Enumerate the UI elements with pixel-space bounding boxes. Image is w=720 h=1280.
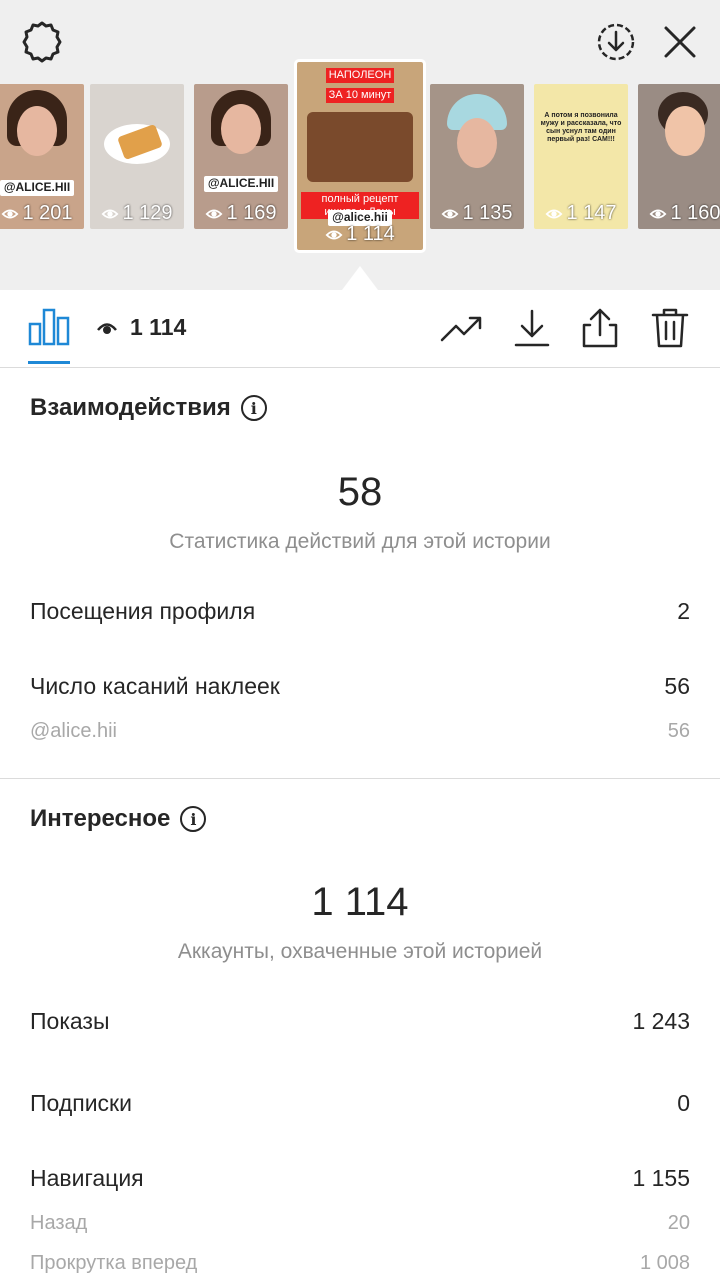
story-views-count: 1 114 [346, 223, 395, 245]
share-button[interactable] [578, 306, 622, 350]
interactions-total: 58 [337, 470, 383, 514]
story-views-count: 1 169 [226, 202, 277, 224]
bar-chart-icon [28, 308, 70, 346]
story-thumbnail[interactable]: @ALICE.HII 1 169 [194, 84, 288, 229]
sticker-handle-label: @alice.hii [30, 720, 118, 742]
back-value: 20 [667, 1212, 690, 1234]
tab-underline [28, 361, 70, 364]
story-thumbnail[interactable]: 1 135 [430, 84, 524, 229]
views-value: 1 114 [130, 314, 187, 340]
profile-visits-value: 2 [677, 598, 690, 624]
back-row: Назад 20 [30, 1212, 690, 1235]
views-summary: 1 114 [96, 314, 186, 341]
story-thumbnail[interactable]: 1 129 [90, 84, 184, 229]
profile-visits-row: Посещения профиля 2 [30, 598, 690, 625]
sticker-label: @ALICE.HII [203, 176, 279, 192]
insights-toolbar: 1 114 [0, 290, 720, 368]
interactions-title: Взаимодействия [30, 394, 231, 421]
download-button[interactable] [510, 306, 554, 350]
follows-row: Подписки 0 [30, 1090, 690, 1117]
story-views: 1 114 [297, 223, 423, 246]
caption-subtitle: ЗА 10 минут [325, 88, 395, 103]
story-views: 1 201 [0, 202, 84, 225]
story-thumbnail[interactable]: 1 160 [638, 84, 720, 229]
navigation-label: Навигация [30, 1165, 144, 1191]
share-icon [582, 308, 618, 348]
caption-text: А потом я позвонила мужу и рассказала, ч… [540, 112, 622, 144]
forward-label: Прокрутка вперед [30, 1252, 198, 1274]
story-views-count: 1 147 [566, 202, 617, 224]
caption-title: НАПОЛЕОН [325, 68, 395, 83]
forward-row: Прокрутка вперед 1 008 [30, 1252, 690, 1275]
selected-story-pointer [342, 266, 378, 290]
discovery-title: Интересное [30, 805, 171, 832]
trend-up-icon [440, 316, 482, 342]
discovery-header: Интересное i [30, 805, 207, 833]
sticker-taps-row: Число касаний наклеек 56 [30, 673, 690, 700]
story-thumbnail[interactable]: А потом я позвонила мужу и рассказала, ч… [534, 84, 628, 229]
forward-value: 1 008 [639, 1252, 690, 1274]
story-views-count: 1 135 [462, 202, 513, 224]
gear-icon [22, 21, 62, 63]
discovery-total: 1 114 [311, 880, 409, 924]
story-views-count: 1 129 [122, 202, 173, 224]
story-views: 1 129 [90, 202, 184, 225]
close-button[interactable] [656, 18, 704, 66]
discovery-subtitle: Аккаунты, охваченные этой историей [177, 940, 543, 963]
section-divider [0, 778, 720, 779]
story-views: 1 147 [534, 202, 628, 225]
story-strip-header: @ALICE.HII 1 201 1 129 @ALICE.HII 1 169 [0, 0, 720, 290]
eye-icon [1, 209, 19, 218]
trash-icon [651, 308, 689, 348]
story-views: 1 169 [194, 202, 288, 225]
sticker-handle-value: 56 [667, 720, 690, 742]
insights-tab[interactable] [28, 302, 70, 364]
navigation-value: 1 155 [632, 1165, 690, 1191]
info-icon[interactable]: i [180, 806, 207, 832]
eye-icon [441, 209, 459, 218]
close-icon [664, 26, 696, 58]
follows-value: 0 [677, 1090, 690, 1116]
impressions-value: 1 243 [632, 1008, 690, 1034]
eye-icon [97, 322, 117, 334]
sticker-taps-label: Число касаний наклеек [30, 673, 280, 699]
impressions-label: Показы [30, 1008, 110, 1034]
navigation-row: Навигация 1 155 [30, 1165, 690, 1192]
story-thumbnail[interactable]: @ALICE.HII 1 201 [0, 84, 84, 229]
trend-button[interactable] [440, 306, 484, 350]
interactions-header: Взаимодействия i [30, 394, 267, 422]
story-views: 1 160 [638, 202, 720, 225]
eye-icon [205, 209, 223, 218]
delete-button[interactable] [648, 306, 692, 350]
sticker-handle-row: @alice.hii 56 [30, 720, 690, 743]
story-views-count: 1 160 [670, 202, 720, 224]
eye-icon [325, 230, 343, 239]
story-thumbnails: @ALICE.HII 1 201 1 129 @ALICE.HII 1 169 [0, 59, 720, 253]
info-icon[interactable]: i [240, 395, 267, 421]
eye-icon [101, 209, 119, 218]
eye-icon [545, 209, 563, 218]
eye-icon [649, 209, 667, 218]
story-views: 1 135 [430, 202, 524, 225]
sticker-taps-value: 56 [664, 673, 690, 699]
story-thumbnail-selected[interactable]: НАПОЛЕОН ЗА 10 минут полный рецепт ищите… [294, 59, 426, 253]
sticker-label: @ALICE.HII [0, 180, 75, 196]
back-label: Назад [30, 1212, 88, 1234]
download-icon [514, 309, 550, 347]
save-story-button[interactable] [592, 18, 640, 66]
interactions-subtitle: Статистика действий для этой истории [169, 530, 551, 553]
follows-label: Подписки [30, 1090, 132, 1116]
profile-visits-label: Посещения профиля [30, 598, 256, 624]
settings-button[interactable] [18, 18, 66, 66]
download-circle-icon [597, 23, 635, 61]
story-views-count: 1 201 [22, 202, 73, 224]
impressions-row: Показы 1 243 [30, 1008, 690, 1035]
